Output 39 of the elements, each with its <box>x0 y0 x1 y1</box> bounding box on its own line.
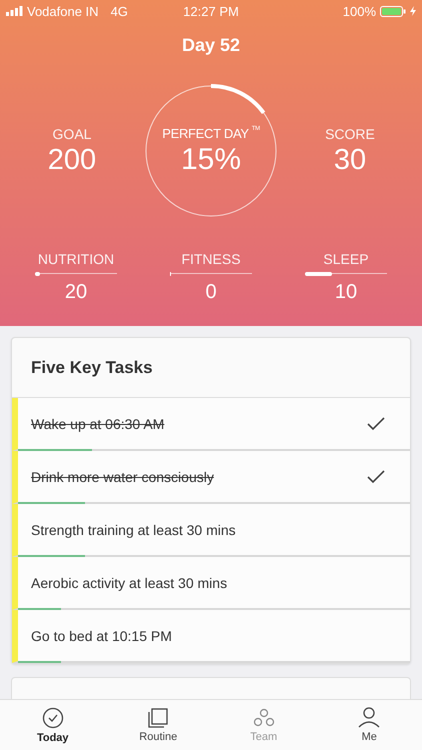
score-value: 30 <box>334 144 366 176</box>
category-label: NUTRITION <box>38 251 114 267</box>
category-value: 10 <box>334 281 358 304</box>
category-value: 20 <box>64 281 88 304</box>
category-label: FITNESS <box>181 251 241 267</box>
checkmark-icon <box>367 470 385 484</box>
check-circle-icon <box>42 706 64 728</box>
goal-label: GOAL <box>52 126 92 142</box>
task-row[interactable]: Drink more water consciously <box>12 451 410 504</box>
charging-icon <box>410 6 416 16</box>
tab-button[interactable]: Today <box>0 700 106 750</box>
stacked-squares-icon <box>148 708 168 728</box>
tab-button[interactable]: Routine <box>106 700 211 750</box>
task-row[interactable]: Go to bed at 10:15 PM <box>12 610 410 663</box>
perfect-day-value: 15% <box>180 142 242 176</box>
task-row[interactable]: Strength training at least 30 mins <box>12 504 410 557</box>
task-row[interactable]: Aerobic activity at least 30 mins <box>12 557 410 610</box>
score-label: SCORE <box>325 126 375 142</box>
battery-icon <box>380 6 406 16</box>
task-row[interactable]: Wake up at 06:30 AM <box>12 398 410 451</box>
three-circles-icon <box>252 708 275 728</box>
carrier-name: Vodafone IN <box>27 4 99 18</box>
person-icon <box>358 707 380 728</box>
day-title: Day 52 <box>180 35 242 56</box>
goal-value: 200 <box>48 144 96 176</box>
battery-percent: 100% <box>342 4 376 18</box>
checkmark-icon <box>367 416 385 430</box>
task-text: Go to bed at 10:15 PM <box>31 628 173 644</box>
perfect-day-label: PERFECT DAY <box>162 126 249 140</box>
category-label: SLEEP <box>323 251 369 267</box>
task-text: Aerobic activity at least 30 mins <box>31 574 228 590</box>
clock-time: 12:27 PM <box>183 4 239 18</box>
network-type: 4G <box>110 4 128 18</box>
task-text: Strength training at least 30 mins <box>31 522 237 538</box>
tab-button[interactable]: Me <box>316 700 422 750</box>
signal-icon <box>6 6 23 16</box>
task-text: Drink more water consciously <box>31 468 215 484</box>
category-value: 0 <box>205 281 217 304</box>
task-text: Wake up at 06:30 AM <box>31 416 166 432</box>
